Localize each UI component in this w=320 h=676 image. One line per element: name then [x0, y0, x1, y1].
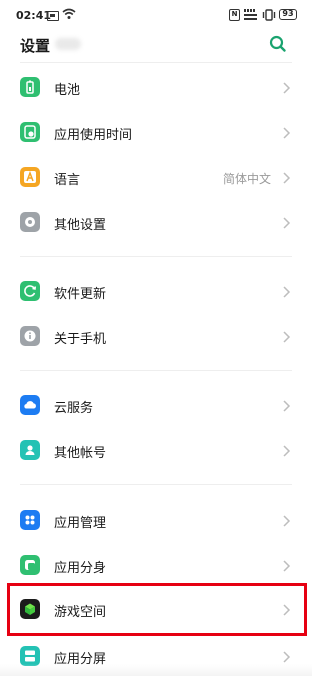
- wifi-icon: [62, 8, 76, 23]
- battery-icon: [20, 77, 40, 97]
- chevron-right-icon: [282, 170, 292, 184]
- settings-item-app-management[interactable]: 应用管理: [0, 498, 312, 543]
- settings-screen: 02:41 N 93 设置 电池 应用使用时间 语言 简体中文 其他设置 软件更…: [0, 0, 312, 676]
- language-icon: [20, 167, 40, 187]
- settings-item-label: 关于手机: [54, 332, 107, 347]
- settings-item-label: 云服务: [54, 401, 94, 416]
- group-divider: [20, 370, 292, 371]
- highlight-box: [7, 583, 307, 636]
- chevron-right-icon: [282, 80, 292, 94]
- settings-item-label: 应用管理: [54, 516, 107, 531]
- app-usage-time-icon: [20, 122, 40, 142]
- chevron-right-icon: [282, 513, 292, 527]
- settings-item-battery[interactable]: 电池: [0, 65, 312, 110]
- chevron-right-icon: [282, 398, 292, 412]
- other-accounts-icon: [20, 440, 40, 460]
- split-screen-icon: [20, 646, 40, 666]
- page-title: 设置: [20, 37, 51, 55]
- settings-item-app-usage-time[interactable]: 应用使用时间: [0, 110, 312, 155]
- vibrate-icon: [262, 9, 276, 21]
- app-management-icon: [20, 510, 40, 530]
- chevron-right-icon: [282, 215, 292, 229]
- search-icon[interactable]: [268, 34, 288, 54]
- battery-status-icon: 93: [279, 9, 297, 20]
- settings-item-app-clone[interactable]: 应用分身: [0, 543, 312, 588]
- bottom-fade: [0, 664, 312, 676]
- blurred-title-area: [55, 38, 81, 50]
- settings-item-label: 其他帐号: [54, 446, 107, 461]
- other-settings-icon: [20, 212, 40, 232]
- language-value: 简体中文: [222, 172, 271, 186]
- nfc-icon: N: [229, 9, 240, 21]
- settings-item-language[interactable]: 语言 简体中文: [0, 155, 312, 200]
- settings-item-label: 电池: [54, 83, 81, 98]
- status-bar: 02:41 N 93: [0, 0, 312, 32]
- software-update-icon: [20, 281, 40, 301]
- settings-item-label: 软件更新: [54, 287, 107, 302]
- chevron-right-icon: [282, 443, 292, 457]
- chevron-right-icon: [282, 649, 292, 663]
- settings-item-about-phone[interactable]: 关于手机: [0, 314, 312, 359]
- group-divider: [20, 484, 292, 485]
- chevron-right-icon: [282, 558, 292, 572]
- settings-item-label: 应用使用时间: [54, 128, 133, 143]
- group-divider: [20, 256, 292, 257]
- status-time: 02:41: [16, 9, 52, 22]
- settings-item-label: 应用分身: [54, 561, 107, 576]
- lte-icon: [243, 8, 259, 24]
- chevron-right-icon: [282, 125, 292, 139]
- settings-item-software-update[interactable]: 软件更新: [0, 269, 312, 314]
- about-phone-icon: [20, 326, 40, 346]
- chevron-right-icon: [282, 284, 292, 298]
- settings-item-other-settings[interactable]: 其他设置: [0, 200, 312, 245]
- app-clone-icon: [20, 555, 40, 575]
- chevron-right-icon: [282, 329, 292, 343]
- header: 设置: [0, 32, 312, 60]
- settings-item-label: 其他设置: [54, 218, 107, 233]
- header-divider: [20, 62, 292, 63]
- settings-item-cloud-service[interactable]: 云服务: [0, 383, 312, 428]
- settings-item-label: 语言: [54, 173, 81, 188]
- settings-item-other-accounts[interactable]: 其他帐号: [0, 428, 312, 473]
- cloud-service-icon: [20, 395, 40, 415]
- message-icon: [47, 11, 59, 21]
